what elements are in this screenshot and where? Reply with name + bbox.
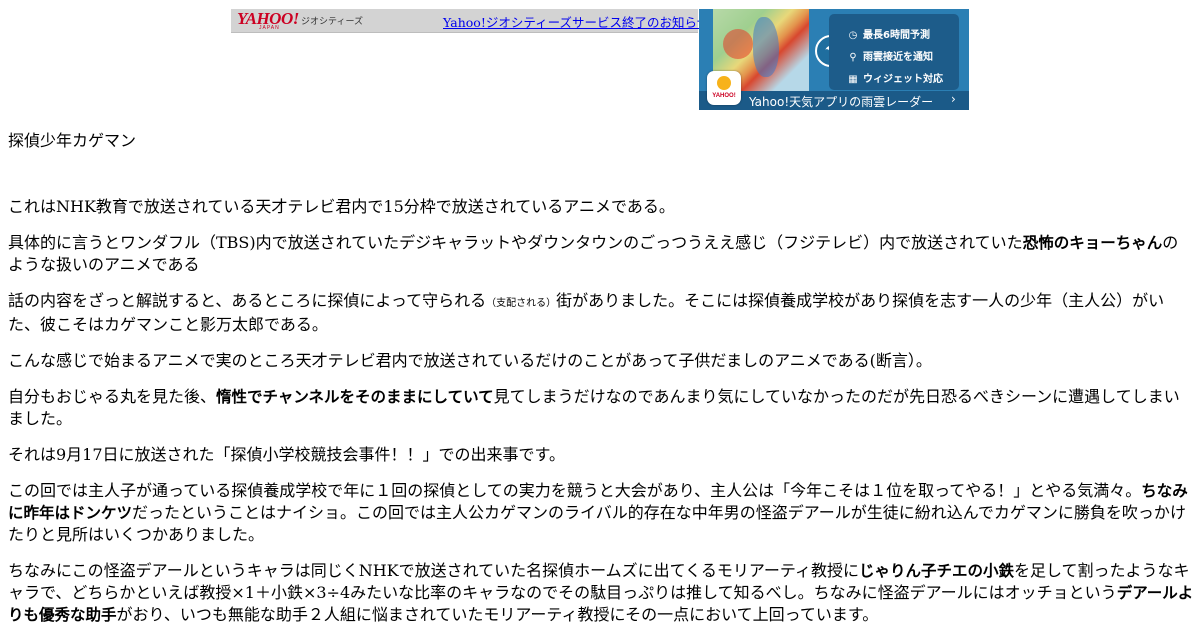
article-body: これはNHK教育で放送されている天才テレビ君内で15分枠で放送されているアニメで…: [8, 196, 1194, 641]
geocities-label: ジオシティーズ: [301, 17, 364, 27]
yahoo-logo-sub: JAPAN: [259, 25, 280, 31]
feature-label: 雨雲接近を通知: [863, 52, 933, 63]
bold-text: じゃりん子チエの小鉄: [858, 562, 1014, 580]
app-icon-label: YAHOO!: [712, 93, 736, 99]
bold-text: 惰性でチャンネルをそのままにしていて: [216, 388, 494, 406]
paragraph: 話の内容をざっと解説すると、あるところに探偵によって守られる（支配される）街があ…: [8, 291, 1165, 334]
weather-app-icon: YAHOO!: [707, 71, 741, 105]
feature-label: 最長6時間予測: [863, 30, 930, 41]
feature-item: ⚲ 雨雲接近を通知: [847, 48, 933, 63]
feature-list: ◷ 最長6時間予測 ⚲ 雨雲接近を通知 ▦ ウィジェット対応: [829, 14, 959, 90]
paragraph: ちなみにこの怪盗デアールというキャラは同じくNHKで放送されていた名探偵ホームズ…: [8, 561, 1194, 624]
geocities-topbar: YAHOO! JAPAN ジオシティーズ Yahoo!ジオシティーズサービス終了…: [231, 9, 709, 33]
small-note: （支配される）: [486, 298, 557, 309]
paragraph: この回では主人子が通っている探偵養成学校で年に１回の探偵としての実力を競うと大会…: [8, 481, 1188, 544]
paragraph: 具体的に言うとワンダフル（TBS)内で放送されていたデジキャラットやダウンタウン…: [8, 233, 1179, 274]
feature-label: ウィジェット対応: [863, 74, 943, 85]
clock-icon: ◷: [848, 30, 858, 41]
weather-app-banner[interactable]: ☂ ◷最長6時間予測 ⚲雨雲接近を通知 ▦ウィジェット対応 Yahoo!天気アプ…: [699, 9, 969, 110]
bold-text: 恐怖のキョーちゃん: [1022, 234, 1163, 252]
chevron-right-icon: ›: [951, 92, 956, 106]
banner-caption: Yahoo!天気アプリの雨雲レーダー: [749, 95, 934, 109]
paragraph: 自分もおじゃる丸を見た後、惰性でチャンネルをそのままにしていて見てしまうだけなの…: [8, 387, 1180, 428]
feature-item: ◷ 最長6時間予測: [847, 26, 930, 41]
page-title: 探偵少年カゲマン: [8, 131, 137, 150]
widget-grid-icon: ▦: [848, 74, 858, 85]
location-pin-icon: ⚲: [849, 52, 857, 63]
sun-icon: [717, 76, 731, 90]
paragraph: こんな感じで始まるアニメで実のところ天才テレビ君内で放送されているだけのことがあ…: [8, 351, 932, 370]
feature-item: ▦ ウィジェット対応: [847, 70, 943, 85]
service-end-notice-link[interactable]: Yahoo!ジオシティーズサービス終了のお知らせ: [443, 12, 709, 31]
paragraph: それは9月17日に放送された「探偵小学校競技会事件！！」での出来事です。: [8, 445, 565, 464]
paragraph: これはNHK教育で放送されている天才テレビ君内で15分枠で放送されているアニメで…: [8, 197, 675, 216]
